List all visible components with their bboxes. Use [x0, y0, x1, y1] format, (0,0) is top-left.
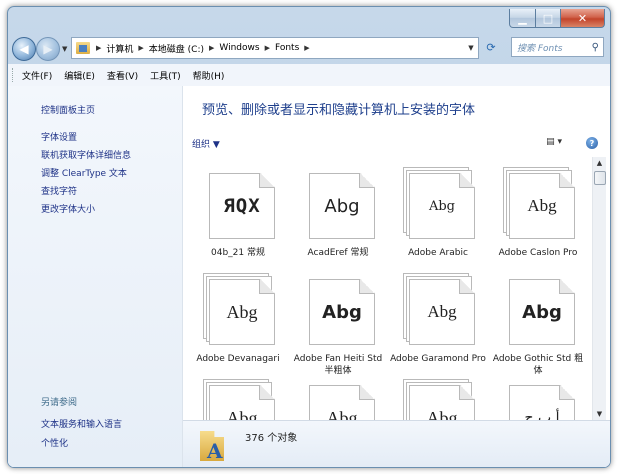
- font-sample-text: ЯQX: [223, 195, 261, 217]
- chevron-right-icon[interactable]: ▶: [94, 44, 103, 52]
- details-pane: A 376 个对象: [183, 420, 610, 467]
- menu-tools[interactable]: 工具(T): [144, 69, 187, 82]
- sidebar-link-adjust-cleartype[interactable]: 调整 ClearType 文本: [41, 166, 127, 179]
- sidebar-link-control-panel-home[interactable]: 控制面板主页: [41, 103, 95, 116]
- sidebar-link-personalization[interactable]: 个性化: [41, 436, 68, 449]
- font-file-icon: Abg: [403, 273, 475, 345]
- chevron-right-icon[interactable]: ▶: [136, 44, 145, 52]
- see-also-title: 另请参阅: [41, 398, 78, 408]
- font-file-icon: Abg: [303, 273, 375, 345]
- breadcrumb-computer[interactable]: 计算机: [103, 42, 136, 55]
- font-name-label: Adobe Garamond Pro: [390, 354, 486, 364]
- sidebar-link-find-character[interactable]: 查找字符: [41, 184, 77, 197]
- font-file-icon: Abg: [403, 379, 475, 421]
- search-icon[interactable]: ⚲: [592, 42, 599, 53]
- search-placeholder: 搜索 Fonts: [517, 43, 563, 54]
- caption-buttons: ▁ □ ✕: [509, 9, 605, 28]
- font-file-icon: أ ب ج: [503, 379, 575, 421]
- font-file-icon: Abg: [403, 167, 475, 239]
- font-name-label: Adobe Fan Heiti Std 半粗体: [293, 354, 383, 376]
- navigation-bar: ◀ ▶ ▼ ▶ 计算机 ▶ 本地磁盘 (C:) ▶ Windows ▶ Font…: [8, 34, 610, 62]
- breadcrumb-windows[interactable]: Windows: [216, 43, 262, 53]
- forward-button[interactable]: ▶: [36, 37, 60, 61]
- breadcrumb-fonts[interactable]: Fonts: [272, 43, 302, 53]
- chevron-right-icon[interactable]: ▶: [263, 44, 272, 52]
- command-bar: 组织 ▼ ▤ ▾ ?: [183, 131, 610, 155]
- minimize-button[interactable]: ▁: [509, 9, 536, 28]
- explorer-window: ▁ □ ✕ ◀ ▶ ▼ ▶ 计算机 ▶ 本地磁盘 (C:) ▶ Windows …: [7, 6, 611, 468]
- font-name-label: AcadEref 常规: [307, 248, 369, 258]
- font-file-icon: Abg: [503, 167, 575, 239]
- address-dropdown-icon[interactable]: ▼: [464, 44, 478, 52]
- font-file-icon: Abg: [503, 273, 575, 345]
- sidebar-link-font-settings[interactable]: 字体设置: [41, 130, 77, 143]
- font-sample-text: Abg: [226, 301, 258, 322]
- font-name-label: Adobe Arabic: [408, 248, 468, 258]
- font-sample-text: Abg: [324, 195, 360, 217]
- vertical-scrollbar[interactable]: ▲ ▼: [592, 157, 606, 421]
- font-name-label: Adobe Devanagari: [196, 354, 280, 364]
- scroll-up-arrow-icon[interactable]: ▲: [593, 157, 606, 170]
- menu-bar: 文件(F) 编辑(E) 查看(V) 工具(T) 帮助(H): [8, 64, 610, 87]
- font-file-icon: Abg: [203, 273, 275, 345]
- search-input[interactable]: 搜索 Fonts ⚲: [511, 37, 604, 57]
- recent-pages-dropdown-icon[interactable]: ▼: [62, 45, 67, 53]
- font-name-label: Adobe Caslon Pro: [498, 248, 578, 258]
- font-file-icon: Abg: [303, 379, 375, 421]
- font-sample-text: Abg: [226, 407, 258, 422]
- font-name-label: 04b_21 常规: [211, 248, 265, 258]
- breadcrumb-local-disk[interactable]: 本地磁盘 (C:): [146, 42, 207, 55]
- scroll-thumb[interactable]: [594, 171, 606, 185]
- sidebar-link-change-font-size[interactable]: 更改字体大小: [41, 202, 95, 215]
- page-title: 预览、删除或者显示和隐藏计算机上安装的字体: [202, 103, 476, 118]
- font-sample-text: Abg: [428, 198, 456, 214]
- font-file-icon: Abg: [203, 379, 275, 421]
- help-icon[interactable]: ?: [586, 137, 598, 149]
- fonts-folder-icon: [76, 42, 90, 54]
- address-bar[interactable]: ▶ 计算机 ▶ 本地磁盘 (C:) ▶ Windows ▶ Fonts ▶ ▼: [71, 37, 479, 59]
- back-button[interactable]: ◀: [12, 37, 36, 61]
- font-file-icon: ЯQX: [203, 167, 275, 239]
- sidebar-link-get-font-info-online[interactable]: 联机获取字体详细信息: [41, 148, 131, 161]
- main-pane: 预览、删除或者显示和隐藏计算机上安装的字体 组织 ▼ ▤ ▾ ? ЯQX 04b_…: [183, 86, 610, 467]
- font-sample-text: Abg: [527, 196, 557, 215]
- content-area: 控制面板主页 字体设置 联机获取字体详细信息 调整 ClearType 文本 查…: [8, 86, 610, 467]
- change-view-button[interactable]: ▤ ▾: [546, 137, 562, 147]
- organize-button[interactable]: 组织 ▼: [192, 137, 220, 150]
- font-file-icon: Abg: [303, 167, 375, 239]
- refresh-button[interactable]: ⟳: [479, 37, 503, 57]
- task-pane: 控制面板主页 字体设置 联机获取字体详细信息 调整 ClearType 文本 查…: [8, 86, 183, 467]
- font-name-label: Adobe Gothic Std 粗体: [492, 354, 584, 376]
- close-button[interactable]: ✕: [561, 9, 605, 28]
- font-sample-text: Abg: [322, 301, 362, 323]
- font-sample-text: Abg: [522, 301, 562, 323]
- font-sample-text: Abg: [427, 302, 457, 321]
- font-sample-text: Abg: [326, 407, 358, 422]
- chevron-right-icon[interactable]: ▶: [207, 44, 216, 52]
- maximize-button[interactable]: □: [536, 9, 561, 28]
- menu-help[interactable]: 帮助(H): [187, 69, 231, 82]
- menu-file[interactable]: 文件(F): [16, 69, 58, 82]
- item-count: 376 个对象: [245, 433, 298, 444]
- chevron-right-icon[interactable]: ▶: [302, 44, 311, 52]
- sidebar-link-text-services[interactable]: 文本服务和输入语言: [41, 417, 122, 430]
- menu-edit[interactable]: 编辑(E): [58, 69, 101, 82]
- menu-view[interactable]: 查看(V): [101, 69, 144, 82]
- fonts-folder-large-icon: A: [200, 427, 228, 463]
- font-grid: ЯQX 04b_21 常规 Abg AcadEref 常规 Abg Adobe Arabi…: [183, 157, 591, 421]
- font-sample-text: Abg: [426, 407, 458, 422]
- title-bar: ▁ □ ✕: [8, 7, 610, 34]
